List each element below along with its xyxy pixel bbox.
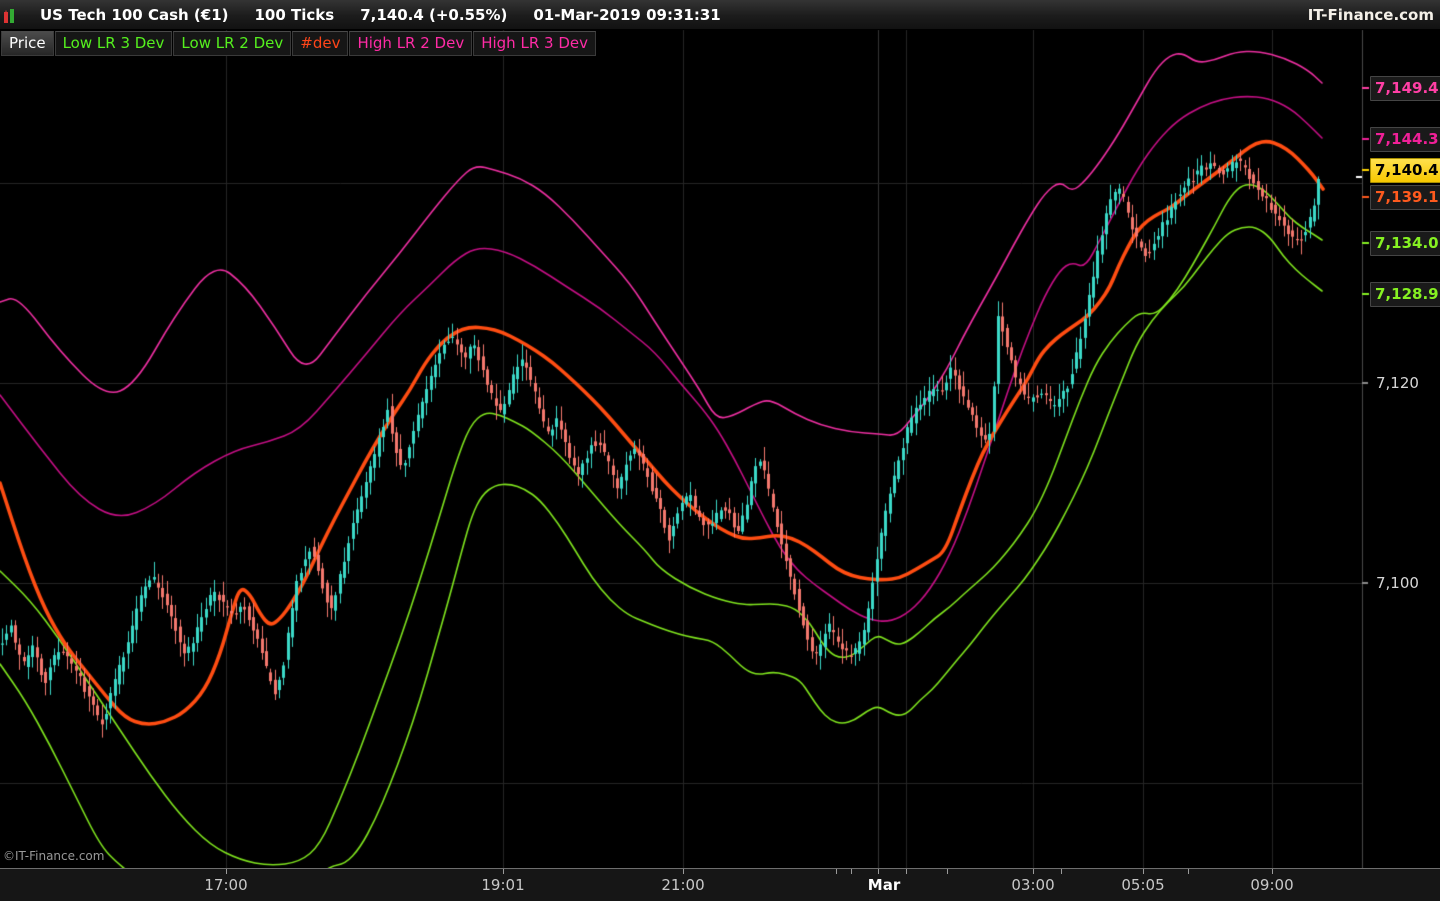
time-axis-tick bbox=[1188, 869, 1189, 874]
time-axis-tick bbox=[1033, 869, 1034, 874]
time-axis-label: 05:05 bbox=[1121, 876, 1165, 894]
interval-label: 100 Ticks bbox=[254, 5, 335, 24]
price-level-label: 7,144.3 bbox=[1370, 127, 1440, 152]
time-axis-tick bbox=[1272, 869, 1273, 874]
price-level-label: 7,149.4 bbox=[1370, 76, 1440, 101]
trading-app-window: US Tech 100 Cash (€1) 100 Ticks 7,140.4 … bbox=[0, 0, 1440, 901]
chart-canvas[interactable] bbox=[0, 0, 1440, 868]
time-axis-label: 19:01 bbox=[481, 876, 525, 894]
time-axis: 17:00 19:01 21:00 Mar 03:00 05:05 09:00 bbox=[0, 868, 1440, 901]
time-axis-label: 17:00 bbox=[204, 876, 248, 894]
legend-dev[interactable]: #dev bbox=[292, 31, 349, 56]
time-axis-tick bbox=[1061, 869, 1062, 874]
legend-bar: Price Low LR 3 Dev Low LR 2 Dev #dev Hig… bbox=[1, 31, 596, 56]
title-bar: US Tech 100 Cash (€1) 100 Ticks 7,140.4 … bbox=[0, 0, 1440, 30]
time-axis-tick bbox=[947, 869, 948, 874]
axis-price-label: 7,120 bbox=[1376, 374, 1419, 392]
candlestick-icon bbox=[4, 7, 14, 23]
current-price-label: 7,140.4 bbox=[1370, 158, 1440, 183]
time-axis-tick bbox=[226, 869, 227, 874]
legend-high-lr3[interactable]: High LR 3 Dev bbox=[473, 31, 596, 56]
time-axis-label: 03:00 bbox=[1011, 876, 1055, 894]
time-axis-label: 21:00 bbox=[661, 876, 705, 894]
symbol-title: US Tech 100 Cash (€1) bbox=[40, 5, 229, 24]
time-axis-tick bbox=[836, 869, 837, 874]
time-axis-tick bbox=[1143, 869, 1144, 874]
legend-low-lr3[interactable]: Low LR 3 Dev bbox=[54, 31, 173, 56]
price-level-label: 7,134.0 bbox=[1370, 231, 1440, 256]
time-axis-tick bbox=[503, 869, 504, 874]
time-axis-label: 09:00 bbox=[1250, 876, 1294, 894]
datetime-label: 01-Mar-2019 09:31:31 bbox=[533, 5, 721, 24]
legend-price-tab[interactable]: Price bbox=[1, 31, 54, 56]
legend-low-lr2[interactable]: Low LR 2 Dev bbox=[173, 31, 292, 56]
brand-label: IT-Finance.com bbox=[1307, 5, 1434, 24]
watermark: ©IT-Finance.com bbox=[3, 849, 105, 863]
legend-high-lr2[interactable]: High LR 2 Dev bbox=[349, 31, 473, 56]
last-price-change: 7,140.4 (+0.55%) bbox=[360, 5, 508, 24]
time-axis-tick bbox=[683, 869, 684, 874]
time-axis-tick bbox=[878, 869, 879, 874]
axis-price-label: 7,100 bbox=[1376, 574, 1419, 592]
price-level-label: 7,128.9 bbox=[1370, 282, 1440, 307]
time-axis-tick bbox=[851, 869, 852, 874]
price-level-label: 7,139.1 bbox=[1370, 185, 1440, 210]
time-axis-tick bbox=[906, 869, 907, 874]
time-axis-label: Mar bbox=[867, 876, 901, 894]
